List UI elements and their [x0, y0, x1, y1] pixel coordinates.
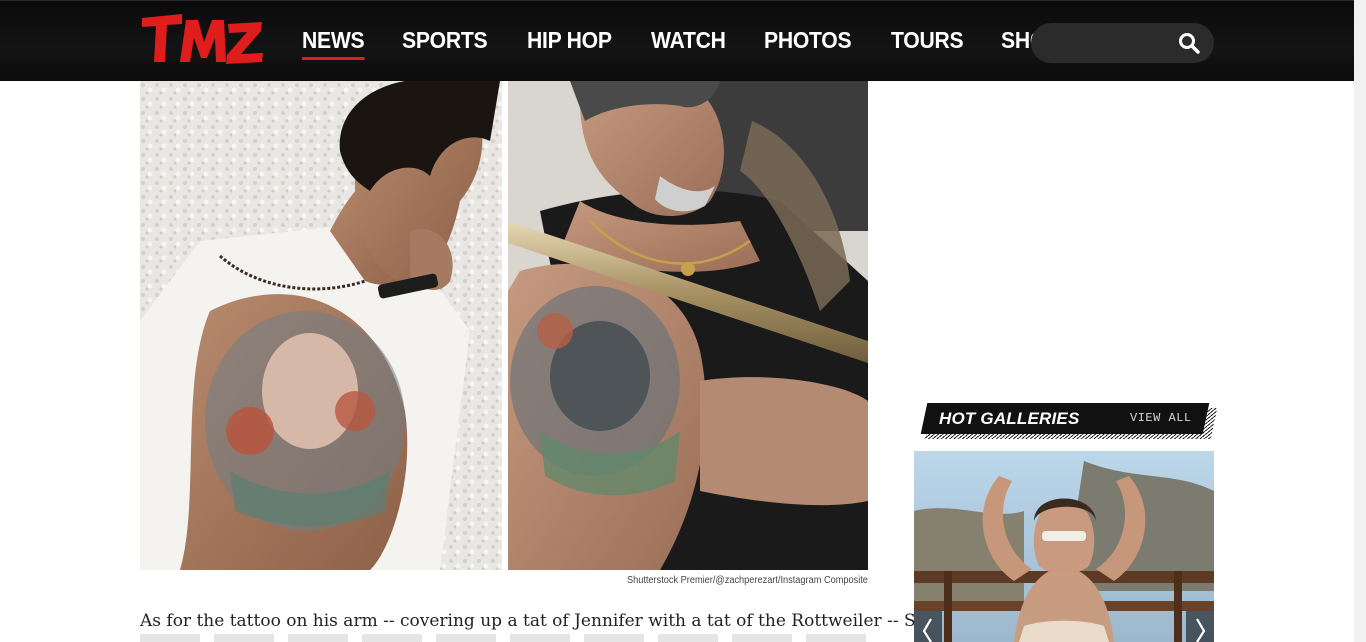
- right-photo-panel: [508, 81, 868, 570]
- nav-watch[interactable]: WATCH: [651, 0, 726, 81]
- view-all-link[interactable]: VIEW ALL: [1130, 411, 1192, 425]
- gallery-thumbnail[interactable]: [914, 451, 1214, 642]
- gallery-next-button[interactable]: [1186, 611, 1214, 642]
- page-scrollbar[interactable]: [1354, 0, 1366, 642]
- article-next-line-clipped: [140, 634, 866, 642]
- nav-tours[interactable]: TOURS: [891, 0, 964, 81]
- nav-photos[interactable]: PHOTOS: [764, 0, 852, 81]
- tmz-logo[interactable]: [140, 12, 264, 68]
- nav-sports[interactable]: SPORTS: [402, 0, 488, 81]
- search-icon[interactable]: [1177, 31, 1201, 55]
- left-photo-panel: [140, 81, 502, 570]
- hot-galleries-title: HOT GALLERIES: [939, 409, 1080, 428]
- article-body-text: As for the tattoo on his arm -- covering…: [140, 611, 931, 631]
- nav-news[interactable]: NEWS: [302, 0, 365, 81]
- article-photo-composite: [140, 81, 868, 570]
- chevron-left-icon: [922, 618, 932, 642]
- photo-credit: Shutterstock Premier/@zachperezart/Insta…: [627, 575, 868, 586]
- search-input[interactable]: [1047, 23, 1177, 63]
- nav-hip-hop[interactable]: HIP HOP: [527, 0, 612, 81]
- hot-galleries-header: HOT GALLERIES VIEW ALL: [920, 403, 1218, 439]
- chevron-right-icon: [1196, 618, 1206, 642]
- gallery-prev-button[interactable]: [914, 611, 942, 642]
- main-nav: NEWS SPORTS HIP HOP WATCH PHOTOS TOURS S…: [302, 0, 1097, 81]
